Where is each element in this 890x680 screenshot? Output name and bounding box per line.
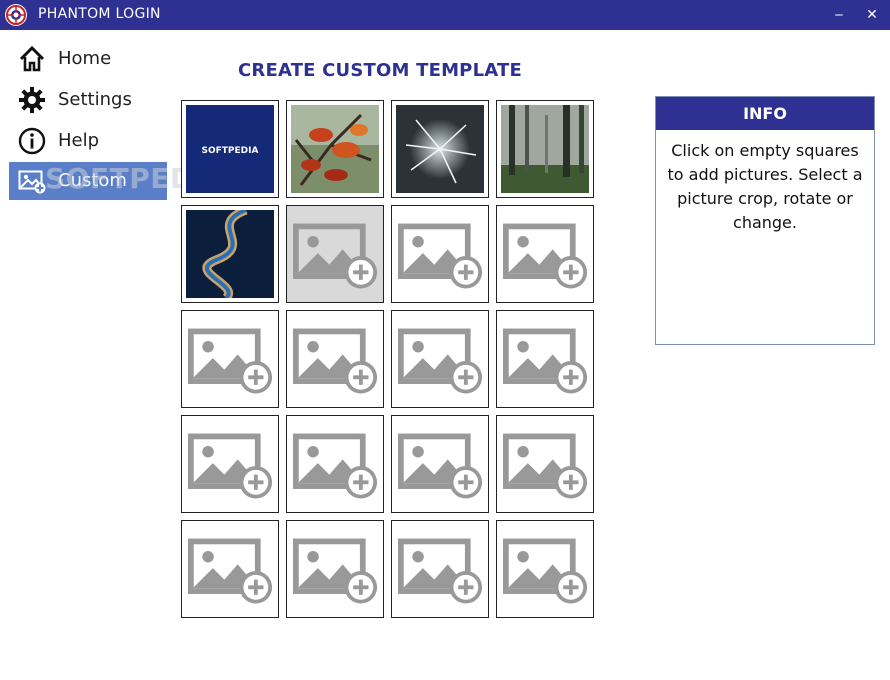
add-image-icon: [18, 170, 46, 194]
sidebar-item-custom[interactable]: Custom: [9, 162, 167, 200]
river-aerial-picture: [186, 210, 274, 298]
page-title: CREATE CUSTOM TEMPLATE: [238, 60, 522, 81]
frosted-branch-picture: [396, 105, 484, 193]
add-picture-icon: [188, 538, 273, 604]
sidebar: Home Settings Help Custom: [0, 30, 170, 680]
add-picture-icon: [503, 328, 588, 394]
empty-template-tile[interactable]: [181, 310, 279, 408]
template-tile-frosted-branch-picture[interactable]: [391, 100, 489, 198]
empty-template-tile[interactable]: [496, 415, 594, 513]
template-tile-softpedia-logo-picture[interactable]: SOFTPEDIA: [181, 100, 279, 198]
info-icon: [18, 127, 46, 155]
home-icon: [19, 45, 45, 72]
misty-forest-picture: [501, 105, 589, 193]
gear-icon: [19, 87, 45, 113]
empty-template-tile[interactable]: [286, 415, 384, 513]
sidebar-item-label: Custom: [58, 170, 127, 191]
empty-template-tile[interactable]: [181, 415, 279, 513]
close-button[interactable]: ✕: [861, 4, 883, 26]
empty-template-tile[interactable]: [496, 520, 594, 618]
add-picture-icon: [293, 328, 378, 394]
add-picture-icon: [293, 433, 378, 499]
title-bar: PHANTOM LOGIN ‒ ✕: [0, 0, 890, 30]
sidebar-item-label: Home: [58, 48, 112, 69]
softpedia-logo-picture: SOFTPEDIA: [186, 105, 274, 193]
info-panel: INFO Click on empty squares to add pictu…: [655, 96, 875, 345]
add-picture-icon: [188, 328, 273, 394]
add-picture-icon: [503, 223, 588, 289]
empty-template-tile[interactable]: [391, 520, 489, 618]
window-title: PHANTOM LOGIN: [38, 6, 161, 22]
empty-template-tile[interactable]: [391, 310, 489, 408]
empty-template-tile[interactable]: [181, 520, 279, 618]
template-tile-autumn-leaves-picture[interactable]: [286, 100, 384, 198]
app-logo-icon: [5, 4, 27, 26]
add-picture-icon: [398, 433, 483, 499]
empty-template-tile[interactable]: [391, 415, 489, 513]
info-text: Click on empty squares to add pictures. …: [667, 141, 863, 232]
empty-template-tile[interactable]: [286, 310, 384, 408]
empty-template-tile[interactable]: [286, 205, 384, 303]
template-tile-misty-forest-picture[interactable]: [496, 100, 594, 198]
autumn-leaves-picture: [291, 105, 379, 193]
empty-template-tile[interactable]: [286, 520, 384, 618]
empty-template-tile[interactable]: [496, 205, 594, 303]
add-picture-icon: [398, 538, 483, 604]
add-picture-icon: [293, 538, 378, 604]
add-picture-icon: [503, 538, 588, 604]
minimize-button[interactable]: ‒: [828, 4, 850, 26]
sidebar-item-label: Settings: [58, 89, 132, 110]
add-picture-icon: [503, 433, 588, 499]
svg-text:SOFTPEDIA: SOFTPEDIA: [202, 146, 259, 156]
sidebar-item-home[interactable]: Home: [9, 40, 167, 78]
template-tile-river-aerial-picture[interactable]: [181, 205, 279, 303]
sidebar-item-help[interactable]: Help: [9, 122, 167, 160]
add-picture-icon: [293, 223, 378, 289]
sidebar-item-label: Help: [58, 130, 100, 151]
add-picture-icon: [398, 328, 483, 394]
empty-template-tile[interactable]: [496, 310, 594, 408]
add-picture-icon: [188, 433, 273, 499]
info-title: INFO: [656, 97, 874, 130]
sidebar-item-settings[interactable]: Settings: [9, 81, 167, 119]
empty-template-tile[interactable]: [391, 205, 489, 303]
add-picture-icon: [398, 223, 483, 289]
